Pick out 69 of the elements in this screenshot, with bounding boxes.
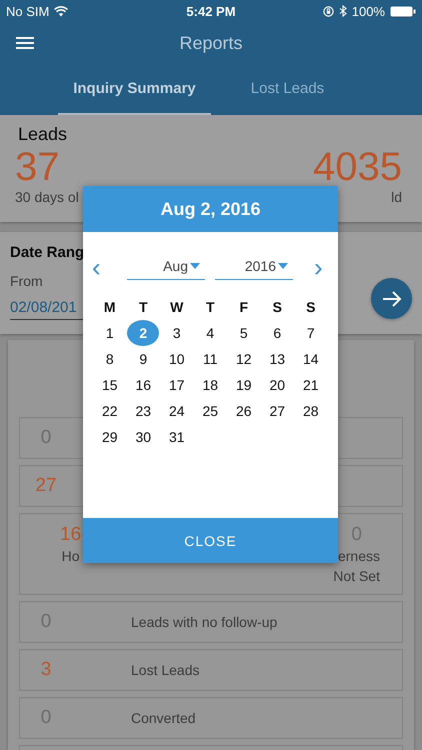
wifi-icon bbox=[54, 6, 68, 16]
menu-icon[interactable] bbox=[16, 36, 34, 50]
count-label: Not Set bbox=[333, 567, 380, 586]
weekday-label: T bbox=[138, 298, 149, 316]
day-cell[interactable]: 8 bbox=[94, 346, 126, 372]
day-cell[interactable]: 12 bbox=[228, 346, 260, 372]
day-cell[interactable]: 19 bbox=[228, 372, 260, 398]
stat-label: ld bbox=[391, 189, 402, 205]
bluetooth-icon bbox=[338, 5, 347, 17]
caret-icon bbox=[190, 262, 200, 268]
day-cell[interactable]: 4 bbox=[194, 320, 226, 346]
day-cell[interactable]: 10 bbox=[160, 346, 193, 372]
weekday-label: S bbox=[272, 298, 283, 316]
screen-title: Reports bbox=[179, 32, 243, 54]
weekday-label: T bbox=[204, 298, 216, 316]
day-cell[interactable]: 22 bbox=[94, 398, 126, 424]
day-cell[interactable]: 23 bbox=[127, 398, 160, 424]
caret-icon bbox=[278, 262, 288, 268]
arrow-icon bbox=[382, 290, 402, 308]
day-cell[interactable]: 13 bbox=[261, 346, 294, 372]
card-title: Leads bbox=[18, 124, 68, 145]
day-cell[interactable]: 18 bbox=[194, 372, 226, 398]
day-cell[interactable]: 3 bbox=[160, 320, 193, 346]
day-cell[interactable]: 26 bbox=[228, 398, 260, 424]
day-cell[interactable]: 1 bbox=[94, 320, 126, 346]
battery-percent: 100% bbox=[352, 4, 385, 18]
go-button[interactable] bbox=[371, 278, 412, 319]
weekday-label: F bbox=[238, 298, 250, 316]
day-cell[interactable]: 25 bbox=[194, 398, 226, 424]
row-label: Leads with no follow-up bbox=[131, 614, 278, 630]
weekday-label: M bbox=[102, 298, 117, 316]
stat-label: 30 days ol bbox=[15, 189, 79, 205]
day-cell[interactable]: 17 bbox=[160, 372, 193, 398]
day-cell[interactable]: 9 bbox=[127, 346, 160, 372]
carrier-label: No SIM bbox=[6, 4, 50, 18]
count-value: 27 bbox=[34, 475, 58, 497]
dialog-title: Aug 2, 2016 bbox=[83, 186, 338, 232]
day-cell[interactable]: 5 bbox=[228, 320, 260, 346]
day-cell[interactable]: 6 bbox=[261, 320, 294, 346]
year-select[interactable]: 2016 bbox=[215, 254, 293, 280]
count-value: 16 bbox=[60, 524, 82, 546]
lock-rotation-icon bbox=[322, 6, 334, 16]
field-label: From bbox=[10, 273, 44, 289]
day-cell[interactable]: 28 bbox=[294, 398, 327, 424]
month-select[interactable]: Aug bbox=[127, 254, 205, 280]
day-cell[interactable]: 15 bbox=[94, 372, 126, 398]
day-cell[interactable]: 29 bbox=[94, 424, 126, 450]
day-cell[interactable]: 30 bbox=[127, 424, 160, 450]
battery-icon bbox=[390, 6, 416, 16]
day-cell[interactable]: 16 bbox=[127, 372, 160, 398]
day-cell[interactable]: 21 bbox=[294, 372, 327, 398]
count-value: 3 bbox=[40, 659, 52, 681]
day-cell[interactable]: 14 bbox=[294, 346, 327, 372]
row-label: Converted bbox=[131, 710, 196, 726]
weekday-label: W bbox=[169, 298, 184, 316]
count-label: Ho bbox=[62, 547, 80, 566]
day-cell[interactable]: 20 bbox=[261, 372, 294, 398]
day-cell[interactable]: 31 bbox=[160, 424, 193, 450]
section-title: Date Rang bbox=[10, 244, 84, 261]
day-cell[interactable]: 24 bbox=[160, 398, 193, 424]
clock-time: 5:42 PM bbox=[186, 4, 236, 18]
day-cell[interactable]: 11 bbox=[194, 346, 226, 372]
row-label: Lost Leads bbox=[131, 662, 200, 678]
day-cell[interactable]: 7 bbox=[294, 320, 327, 346]
stat-value: 4035 bbox=[313, 145, 402, 189]
day-cell[interactable]: 27 bbox=[261, 398, 294, 424]
weekday-label: S bbox=[305, 298, 316, 316]
count-label: erness bbox=[338, 547, 380, 566]
stat-value: 37 bbox=[15, 145, 60, 189]
